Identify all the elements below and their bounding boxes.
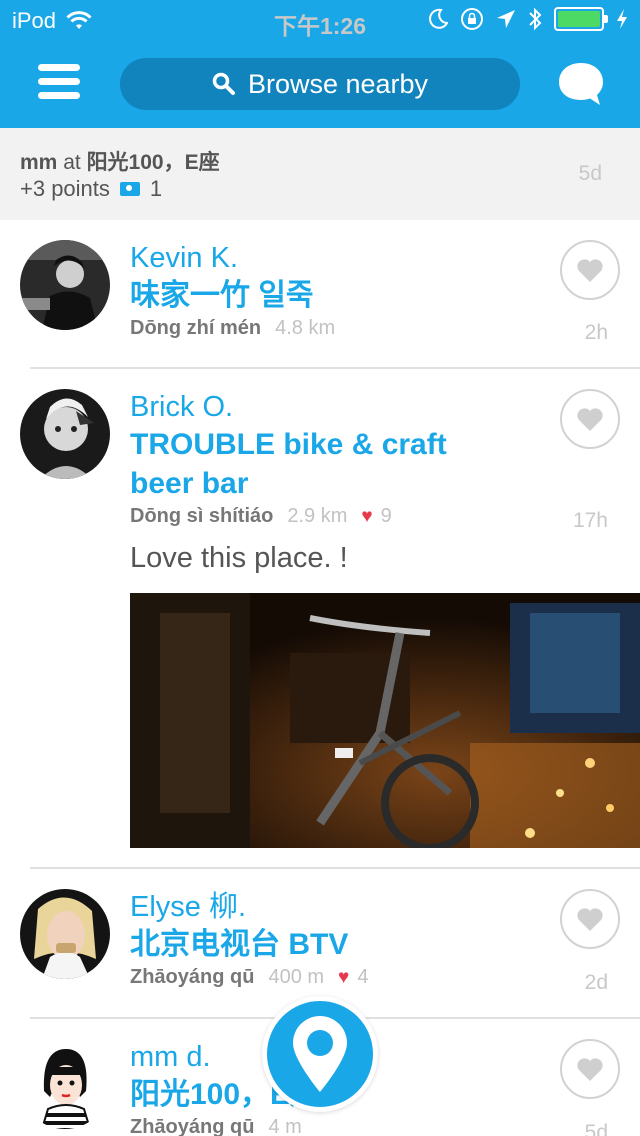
divider <box>30 867 640 869</box>
heart-icon <box>577 408 603 431</box>
top-bar: iPod 下午1:26 Browse nearby <box>0 0 640 128</box>
like-count-badge: ♥ 4 <box>338 966 368 989</box>
list-item[interactable]: Kevin K. 味家一竹 일죽 Dōng zhí mén 4.8 km 2h <box>0 220 640 370</box>
post-time: 2h <box>584 321 608 344</box>
heart-icon <box>577 908 603 931</box>
heart-icon <box>577 1058 603 1081</box>
post-time: 17h <box>572 509 608 532</box>
distance: 400 m <box>268 966 325 988</box>
moon-icon <box>429 8 448 29</box>
venue-name[interactable]: 北京电视台 BTV <box>130 925 490 964</box>
status-bar: iPod 下午1:26 <box>0 0 640 40</box>
like-button[interactable] <box>560 1039 620 1099</box>
post-time: 2d <box>584 971 608 994</box>
venue-name[interactable]: 味家一竹 일죽 <box>130 276 490 315</box>
menu-icon <box>38 64 80 71</box>
check-in-button[interactable] <box>262 996 378 1112</box>
location-pin-icon <box>293 1016 347 1092</box>
activity-connector: at <box>63 151 81 174</box>
like-button[interactable] <box>560 240 620 300</box>
area-name: Dōng sì shítiáo <box>130 505 274 527</box>
activity-banner[interactable]: mm at 阳光100，E座 +3 points 1 5d <box>0 128 640 220</box>
search-icon <box>212 72 235 95</box>
camera-icon <box>119 182 140 196</box>
heart-icon: ♥ <box>338 966 350 988</box>
like-button[interactable] <box>560 389 620 449</box>
location-arrow-icon <box>497 10 515 28</box>
charging-icon <box>617 9 627 29</box>
distance: 2.9 km <box>287 505 348 527</box>
activity-photo-count: 1 <box>149 176 163 201</box>
avatar[interactable] <box>20 240 110 330</box>
area-name: Zhāoyáng qū <box>130 1116 255 1136</box>
menu-button[interactable] <box>38 64 80 104</box>
user-name[interactable]: Elyse 柳. <box>130 889 490 925</box>
activity-points: +3 points <box>20 176 110 201</box>
distance: 4.8 km <box>275 317 336 339</box>
rotation-lock-icon <box>461 8 483 30</box>
like-count-badge: ♥ 9 <box>361 505 391 528</box>
venue-name[interactable]: TROUBLE bike & craft beer bar <box>130 425 490 503</box>
area-name: Zhāoyáng qū <box>130 966 255 988</box>
activity-user: mm <box>20 151 58 174</box>
avatar[interactable] <box>20 1039 110 1129</box>
area-name: Dōng zhí mén <box>130 317 262 339</box>
distance: 4 m <box>268 1116 302 1136</box>
heart-icon <box>577 259 603 282</box>
like-count: 9 <box>380 505 392 527</box>
divider <box>30 367 640 369</box>
browse-nearby-button[interactable]: Browse nearby <box>120 58 520 110</box>
browse-nearby-label: Browse nearby <box>247 68 429 99</box>
avatar[interactable] <box>20 889 110 979</box>
activity-age: 5d <box>578 162 602 185</box>
post-time: 5d <box>584 1121 608 1136</box>
user-name[interactable]: Brick O. <box>130 389 490 425</box>
bluetooth-icon <box>529 7 542 31</box>
chat-bubble-icon[interactable] <box>556 60 606 108</box>
user-name[interactable]: Kevin K. <box>130 240 490 276</box>
heart-icon: ♥ <box>361 505 373 527</box>
battery-icon <box>554 7 608 31</box>
comment-text: Love this place. ! <box>130 542 348 574</box>
post-photo[interactable] <box>130 593 640 848</box>
like-button[interactable] <box>560 889 620 949</box>
like-count: 4 <box>357 966 369 988</box>
avatar[interactable] <box>20 389 110 479</box>
activity-place: 阳光100，E座 <box>86 151 220 174</box>
